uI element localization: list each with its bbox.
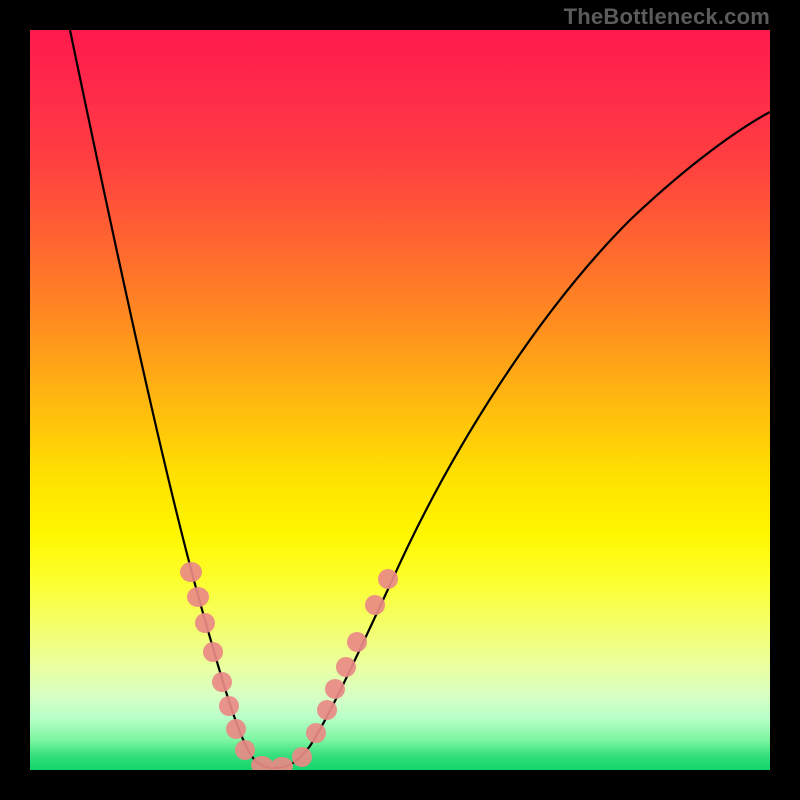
watermark-text: TheBottleneck.com <box>564 4 770 30</box>
curve-path <box>70 30 770 768</box>
chart-frame: TheBottleneck.com <box>0 0 800 800</box>
dot-group <box>180 562 398 770</box>
plot-area <box>30 30 770 770</box>
bottleneck-curve <box>30 30 770 770</box>
